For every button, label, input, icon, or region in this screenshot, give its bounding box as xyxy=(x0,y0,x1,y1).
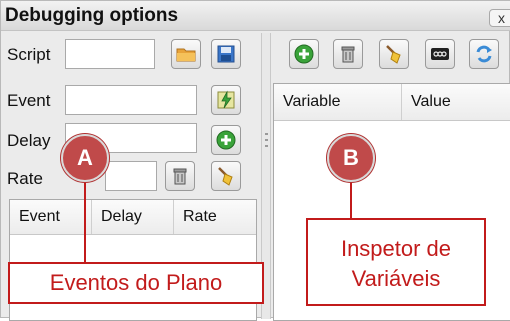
broom-icon xyxy=(386,45,401,64)
close-button[interactable]: x xyxy=(489,9,510,27)
binary-icon xyxy=(431,48,449,60)
title-bar: Debugging options x xyxy=(1,1,510,31)
folder-icon xyxy=(176,48,196,62)
trash-icon xyxy=(341,46,355,63)
trash-icon xyxy=(173,168,187,185)
annotation-b-connector xyxy=(350,176,352,218)
save-script-button[interactable] xyxy=(211,39,241,69)
refresh-icon xyxy=(476,45,492,63)
save-icon xyxy=(217,45,235,63)
event-trigger-icon xyxy=(217,90,235,109)
event-label: Event xyxy=(7,91,51,110)
events-table-header: Event Delay Rate xyxy=(10,200,256,235)
trigger-event-button[interactable] xyxy=(211,85,241,115)
add-icon xyxy=(216,130,236,150)
splitter-grip xyxy=(265,145,268,147)
column-header-event[interactable]: Event xyxy=(10,200,92,234)
delete-variable-button[interactable] xyxy=(333,39,363,69)
column-header-value[interactable]: Value xyxy=(402,84,510,120)
add-variable-button[interactable] xyxy=(289,39,319,69)
column-header-variable[interactable]: Variable xyxy=(274,84,402,120)
add-icon xyxy=(294,44,314,64)
broom-icon xyxy=(218,167,233,186)
event-input[interactable] xyxy=(65,85,197,115)
clear-events-button[interactable] xyxy=(211,161,241,191)
splitter-grip xyxy=(265,133,268,135)
script-label: Script xyxy=(7,45,51,64)
binary-view-button[interactable] xyxy=(425,39,455,69)
clear-variables-button[interactable] xyxy=(379,39,409,69)
delay-label: Delay xyxy=(7,131,51,150)
rate-input[interactable] xyxy=(105,161,157,191)
delete-event-button[interactable] xyxy=(165,161,195,191)
open-script-button[interactable] xyxy=(171,39,201,69)
annotation-a-connector xyxy=(84,176,86,262)
refresh-button[interactable] xyxy=(469,39,499,69)
rate-label: Rate xyxy=(7,169,43,188)
annotation-b-caption: Inspetor de Variáveis xyxy=(306,218,486,306)
column-header-rate[interactable]: Rate xyxy=(174,200,256,234)
script-input[interactable] xyxy=(65,39,155,69)
annotation-b-caption-line1: Inspetor de xyxy=(340,236,452,261)
add-event-button[interactable] xyxy=(211,125,241,155)
variables-table-header: Variable Value xyxy=(274,84,510,121)
annotation-a-marker: A xyxy=(61,134,109,182)
annotation-b-marker: B xyxy=(327,134,375,182)
splitter-grip xyxy=(265,139,268,141)
annotation-b-caption-line2: Variáveis xyxy=(351,266,441,291)
annotation-a-caption: Eventos do Plano xyxy=(8,262,264,304)
column-header-delay[interactable]: Delay xyxy=(92,200,174,234)
window-title: Debugging options xyxy=(5,5,179,26)
